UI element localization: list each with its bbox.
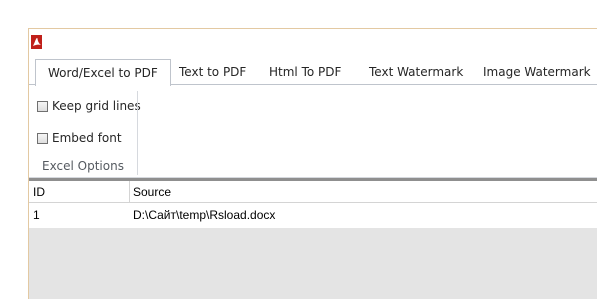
- embed-font-checkbox[interactable]: [37, 132, 48, 144]
- tab-text-watermark[interactable]: Text Watermark: [369, 60, 463, 85]
- cell-id: 1: [33, 208, 40, 222]
- tab-text-to-pdf[interactable]: Text to PDF: [179, 60, 246, 85]
- table-row[interactable]: 1 D:\Сайт\temp\Rsload.docx: [29, 203, 597, 228]
- pdf-icon: [31, 35, 42, 49]
- grid-header: ID Source: [29, 181, 597, 203]
- column-divider[interactable]: [129, 181, 130, 203]
- column-header-id[interactable]: ID: [33, 181, 45, 202]
- group-divider: [137, 91, 138, 175]
- embed-font-option[interactable]: Embed font: [37, 130, 122, 146]
- column-header-source[interactable]: Source: [133, 181, 171, 202]
- title-bar: [0, 0, 597, 28]
- tab-image-watermark[interactable]: Image Watermark: [483, 60, 591, 85]
- files-grid[interactable]: ID Source 1 D:\Сайт\temp\Rsload.docx: [29, 178, 597, 299]
- ribbon-panel: Keep grid lines Embed font Excel Options: [29, 84, 597, 178]
- keep-grid-lines-label: Keep grid lines: [52, 99, 141, 113]
- excel-options-group-label: Excel Options: [42, 159, 124, 173]
- keep-grid-lines-checkbox[interactable]: [37, 100, 48, 112]
- tab-word-excel-to-pdf[interactable]: Word/Excel to PDF: [35, 59, 171, 86]
- tab-html-to-pdf[interactable]: Html To PDF: [269, 60, 341, 85]
- embed-font-label: Embed font: [52, 131, 122, 145]
- app-window: Word/Excel to PDF Text to PDF Html To PD…: [0, 0, 597, 299]
- tab-bar: Word/Excel to PDF Text to PDF Html To PD…: [29, 55, 597, 86]
- cell-source: D:\Сайт\temp\Rsload.docx: [133, 208, 276, 222]
- keep-grid-lines-option[interactable]: Keep grid lines: [37, 98, 141, 114]
